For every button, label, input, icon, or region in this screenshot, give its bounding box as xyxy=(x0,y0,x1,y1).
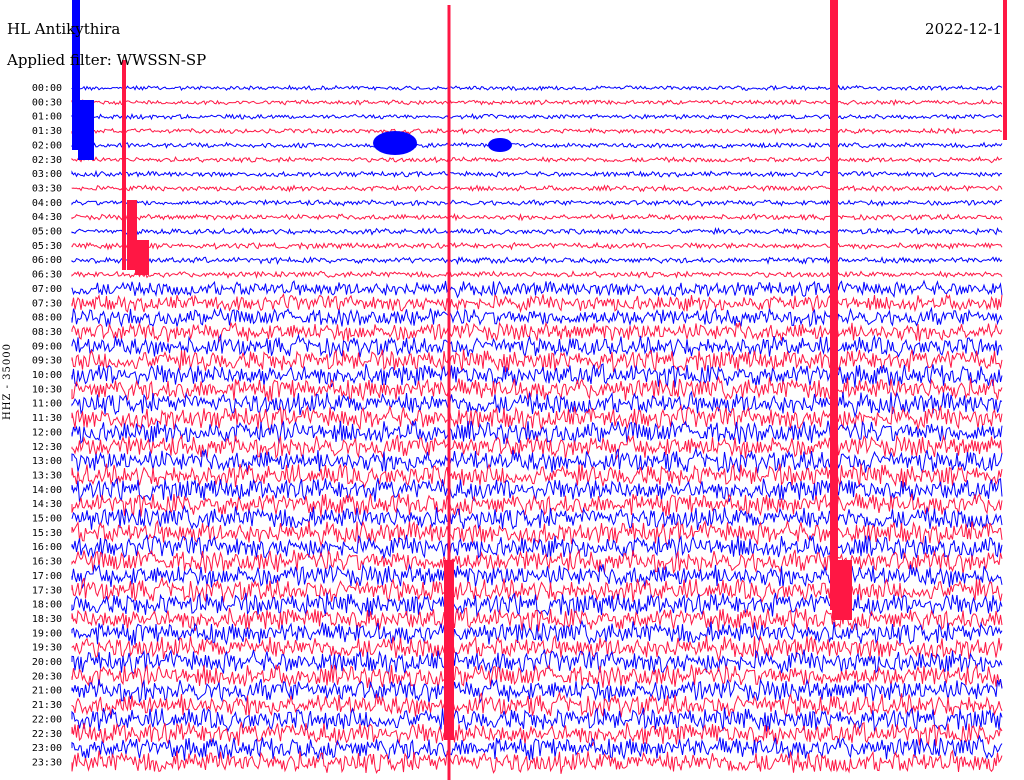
trace-row xyxy=(71,269,1003,279)
tick-label: 05:00 xyxy=(32,227,62,238)
trace-row xyxy=(71,141,1003,149)
trace-row xyxy=(71,390,1003,419)
time-tick-labels: 00:00 00:30 01:00 01:30 02:00 02:30 03:00 03:30… xyxy=(32,83,62,768)
tick-label: 07:30 xyxy=(32,298,62,309)
trace-row xyxy=(71,212,1003,222)
tick-label: 10:30 xyxy=(32,384,62,395)
tick-label: 03:30 xyxy=(32,183,62,194)
tick-label: 01:30 xyxy=(32,126,62,137)
trace-row xyxy=(71,255,1003,266)
event-spike xyxy=(444,560,454,740)
trace-row xyxy=(71,349,1003,373)
helicorder-plot: 00:00 00:30 01:00 01:30 02:00 02:30 03:00 03:30… xyxy=(32,0,1007,780)
tick-label: 02:30 xyxy=(32,155,62,166)
tick-label: 08:30 xyxy=(32,327,62,338)
filter-label: Applied filter: WWSSN-SP xyxy=(7,51,207,69)
tick-label: 17:00 xyxy=(32,571,62,582)
tick-label: 07:00 xyxy=(32,284,62,295)
tick-label: 14:00 xyxy=(32,485,62,496)
tick-label: 20:30 xyxy=(32,671,62,682)
channel-label: HHZ - 35000 xyxy=(2,343,13,420)
tick-label: 10:00 xyxy=(32,370,62,381)
tick-label: 14:30 xyxy=(32,499,62,510)
tick-label: 12:30 xyxy=(32,442,62,453)
trace-row xyxy=(71,198,1003,208)
tick-label: 03:00 xyxy=(32,169,62,180)
tick-label: 04:30 xyxy=(32,212,62,223)
trace-row xyxy=(71,292,1003,314)
trace-row xyxy=(71,534,1003,560)
event-spike xyxy=(1003,0,1007,140)
trace-row xyxy=(71,434,1003,461)
tick-label: 13:00 xyxy=(32,456,62,467)
tick-label: 17:30 xyxy=(32,585,62,596)
trace-row xyxy=(71,446,1003,474)
tick-label: 19:00 xyxy=(32,628,62,639)
trace-row xyxy=(71,184,1003,193)
tick-label: 06:30 xyxy=(32,270,62,281)
tick-label: 06:00 xyxy=(32,255,62,266)
event-spike xyxy=(830,0,838,610)
tick-label: 22:30 xyxy=(32,729,62,740)
trace-row xyxy=(71,112,1003,121)
event-spike xyxy=(832,560,852,620)
trace-row xyxy=(71,127,1002,135)
trace-row xyxy=(71,279,1003,299)
trace-row xyxy=(71,634,1003,663)
event-blob xyxy=(373,131,417,155)
tick-label: 16:00 xyxy=(32,542,62,553)
event-spike xyxy=(78,100,94,160)
tick-label: 01:00 xyxy=(32,112,62,123)
seismic-traces xyxy=(71,84,1003,774)
tick-label: 18:00 xyxy=(32,600,62,611)
event-spike xyxy=(122,60,126,270)
tick-label: 23:00 xyxy=(32,743,62,754)
trace-row xyxy=(71,707,1003,733)
trace-row xyxy=(71,749,1003,774)
event-blob xyxy=(488,138,512,152)
tick-label: 18:30 xyxy=(32,614,62,625)
tick-label: 11:00 xyxy=(32,399,62,410)
tick-label: 12:00 xyxy=(32,427,62,438)
tick-label: 00:30 xyxy=(32,97,62,108)
trace-row xyxy=(71,306,1003,328)
trace-row xyxy=(71,84,1003,92)
trace-row xyxy=(71,98,1003,107)
tick-label: 00:00 xyxy=(32,83,62,94)
trace-row xyxy=(71,169,1003,178)
trace-row xyxy=(71,504,1003,531)
tick-label: 02:00 xyxy=(32,140,62,151)
trace-row xyxy=(71,363,1003,388)
tick-label: 23:30 xyxy=(32,757,62,768)
tick-label: 16:30 xyxy=(32,557,62,568)
event-spike xyxy=(135,240,149,275)
station-title: HL Antikythira xyxy=(7,20,121,38)
tick-label: 08:00 xyxy=(32,313,62,324)
tick-label: 15:00 xyxy=(32,514,62,525)
trace-row xyxy=(71,576,1003,604)
record-date: 2022-12-1 xyxy=(925,20,1002,38)
trace-row xyxy=(71,241,1003,251)
tick-label: 21:30 xyxy=(32,700,62,711)
trace-row xyxy=(71,155,1003,164)
tick-label: 20:00 xyxy=(32,657,62,668)
tick-label: 11:30 xyxy=(32,413,62,424)
tick-label: 22:00 xyxy=(32,714,62,725)
trace-row xyxy=(71,321,1003,344)
tick-label: 09:30 xyxy=(32,356,62,367)
tick-label: 09:00 xyxy=(32,341,62,352)
tick-label: 15:30 xyxy=(32,528,62,539)
tick-label: 19:30 xyxy=(32,643,62,654)
tick-label: 21:00 xyxy=(32,686,62,697)
trace-row xyxy=(71,548,1003,575)
trace-row xyxy=(71,227,1003,236)
tick-label: 13:30 xyxy=(32,470,62,481)
tick-label: 05:30 xyxy=(32,241,62,252)
tick-label: 04:00 xyxy=(32,198,62,209)
